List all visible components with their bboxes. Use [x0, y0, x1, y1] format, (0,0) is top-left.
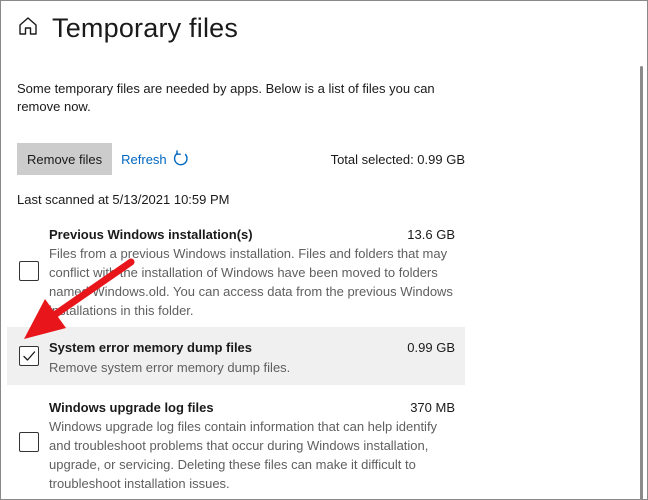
- item-size: 0.99 GB: [407, 340, 455, 355]
- page-description: Some temporary files are needed by apps.…: [17, 81, 435, 114]
- remove-files-button[interactable]: Remove files: [17, 143, 113, 175]
- item-checkbox[interactable]: [19, 432, 39, 452]
- item-description: Remove system error memory dump files.: [49, 360, 291, 375]
- refresh-label: Refresh: [121, 151, 167, 167]
- page-title: Temporary files: [52, 12, 239, 43]
- item-checkbox[interactable]: [19, 346, 39, 366]
- total-selected: Total selected: 0.99 GB: [330, 151, 465, 167]
- checkmark-icon: [23, 351, 36, 361]
- refresh-icon: [173, 150, 188, 166]
- item-description: Files from a previous Windows installati…: [49, 246, 453, 318]
- last-scanned: Last scanned at 5/13/2021 10:59 PM: [17, 192, 230, 207]
- item-checkbox[interactable]: [19, 261, 39, 281]
- item-title: Previous Windows installation(s): [49, 227, 253, 242]
- item-title: Windows upgrade log files: [49, 400, 214, 415]
- list-item: Previous Windows installation(s) 13.6 GB…: [7, 222, 465, 324]
- item-size: 370 MB: [410, 400, 455, 415]
- scrollbar[interactable]: [640, 66, 643, 500]
- item-title: System error memory dump files: [49, 340, 253, 355]
- item-size: 13.6 GB: [407, 227, 455, 242]
- item-description: Windows upgrade log files contain inform…: [49, 419, 438, 491]
- list-item: System error memory dump files 0.99 GB R…: [7, 327, 465, 385]
- page-header: Temporary files: [17, 8, 238, 48]
- home-icon[interactable]: [17, 15, 52, 42]
- list-item: Windows upgrade log files 370 MB Windows…: [7, 395, 465, 495]
- toolbar: Remove files Refresh Total selected: 0.9…: [17, 143, 465, 175]
- refresh-link[interactable]: Refresh: [121, 150, 190, 168]
